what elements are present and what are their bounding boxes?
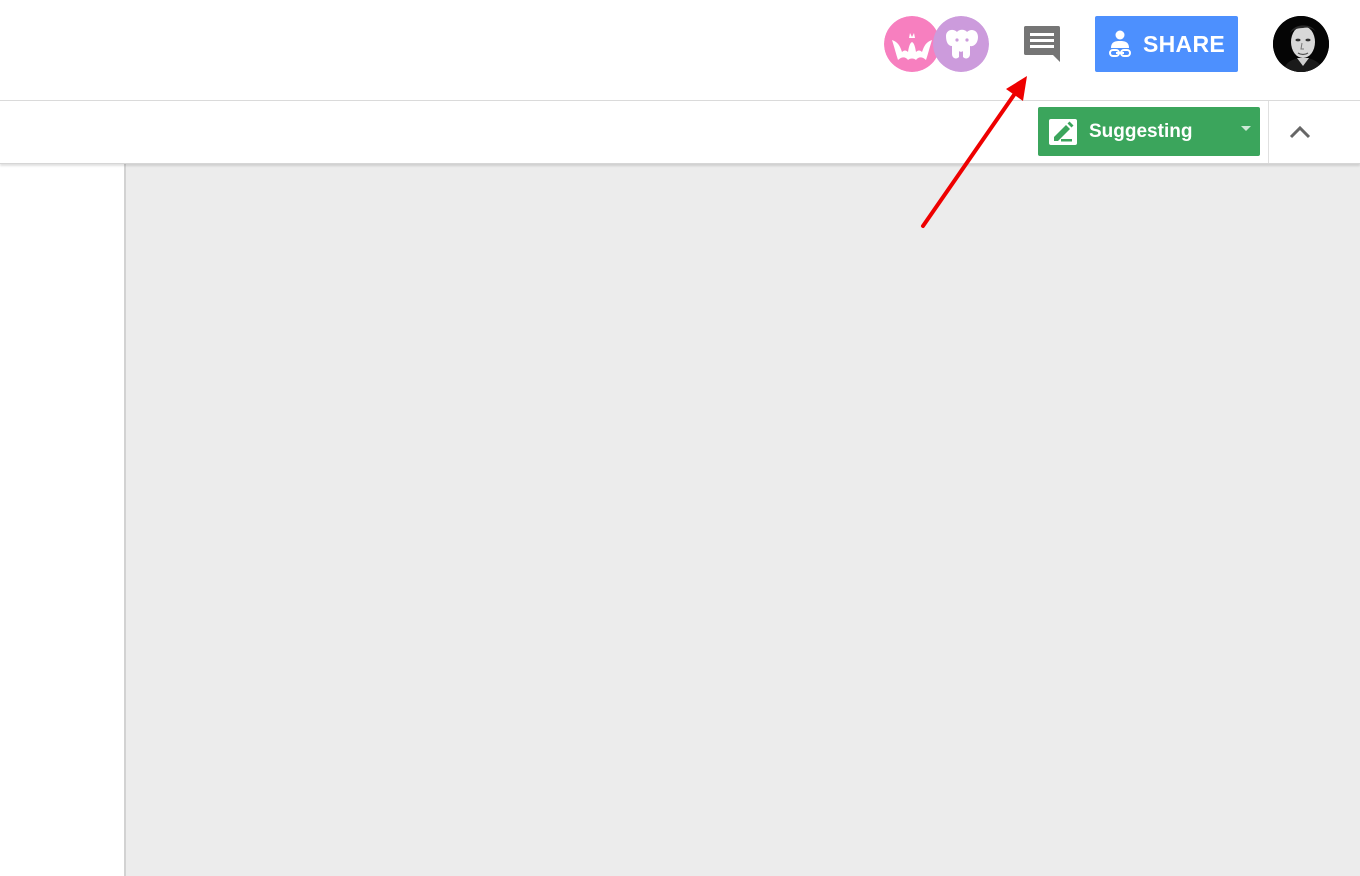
share-button[interactable]: SHARE	[1095, 16, 1238, 72]
toolbar-divider	[1268, 101, 1269, 163]
dropdown-caret-icon	[1241, 126, 1251, 131]
collapse-menus-button[interactable]	[1280, 112, 1320, 152]
chevron-up-icon	[1289, 125, 1311, 139]
elephant-icon	[933, 16, 989, 72]
document-canvas[interactable]	[124, 164, 1360, 876]
collaborator-avatar-bat[interactable]	[884, 16, 940, 72]
editing-mode-dropdown[interactable]: Suggesting	[1038, 107, 1260, 156]
comments-icon	[1024, 26, 1060, 62]
suggest-edit-icon	[1049, 118, 1077, 145]
top-bar: SHARE	[0, 0, 1360, 101]
bat-icon	[884, 16, 940, 72]
comments-button[interactable]	[1018, 20, 1066, 68]
collaborator-avatar-elephant[interactable]	[933, 16, 989, 72]
editing-mode-label: Suggesting	[1089, 120, 1193, 142]
user-photo	[1273, 16, 1329, 72]
document-toolbar: Suggesting	[0, 101, 1360, 164]
left-margin	[0, 164, 124, 876]
account-avatar[interactable]	[1273, 16, 1329, 72]
share-person-link-icon	[1109, 30, 1131, 57]
share-button-label: SHARE	[1143, 30, 1226, 57]
